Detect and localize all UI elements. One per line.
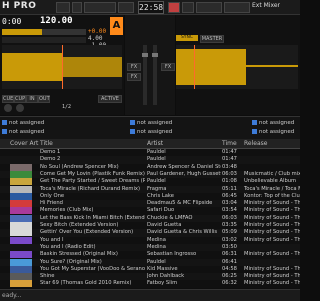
header-button[interactable] <box>72 2 82 13</box>
cover-art-thumbnail <box>10 273 32 281</box>
link-icon <box>2 129 7 134</box>
header-button[interactable] <box>196 2 222 13</box>
deck-a: 0:00 120.00 +0.00 4.00 -1.00 A CUE CUP I… <box>0 15 124 115</box>
track-list: Demo 1 Pauldel 01:47 Demo 2 Pauldel 01:47 No S… <box>0 149 300 289</box>
deck-letter-a[interactable]: A <box>110 17 123 35</box>
cover-art-thumbnail <box>10 280 32 288</box>
clock: 22:58 <box>138 1 164 14</box>
mixer-fx-button[interactable]: FX <box>127 63 141 71</box>
deck-a-in-button[interactable]: IN <box>26 95 38 103</box>
assign-slot[interactable]: not assigned <box>2 119 44 127</box>
ext-mode[interactable]: Ext Mixer <box>252 2 280 9</box>
column-cover-art[interactable]: Cover Art <box>10 139 38 148</box>
link-icon <box>2 120 7 125</box>
deck-a-cue-button[interactable]: CUE <box>2 95 14 103</box>
track-artist: Fatboy Slim <box>147 280 178 287</box>
deck-a-time: 0:00 <box>2 17 22 26</box>
table-row[interactable]: Star 69 (Thomas Gold 2010 Remix) Fatboy S… <box>0 280 300 288</box>
track-time: 06:32 <box>222 280 237 287</box>
cover-art-thumbnail <box>10 251 32 259</box>
cover-art-thumbnail <box>10 200 32 208</box>
mixer-fx-button[interactable]: FX <box>161 63 175 71</box>
assign-slot[interactable]: not assigned <box>130 128 172 136</box>
cue-icon[interactable] <box>16 104 24 112</box>
status-bar: eady... <box>0 289 300 301</box>
cover-art-thumbnail <box>10 222 32 229</box>
track-title: Star 69 (Thomas Gold 2010 Remix) <box>40 280 132 287</box>
column-release[interactable]: Release <box>244 139 267 148</box>
cover-art-thumbnail <box>10 207 32 215</box>
deck-b: SYNC MASTER <box>176 15 300 115</box>
cover-art-thumbnail <box>10 258 32 266</box>
assign-slot[interactable]: not assigned <box>252 119 294 127</box>
link-icon <box>130 120 135 125</box>
assign-bar: not assigned not assigned not assigned n… <box>0 116 300 139</box>
track-release: Ministry of Sound - The A <box>244 280 300 287</box>
play-icon[interactable] <box>4 104 12 112</box>
deck-a-waveform[interactable] <box>2 45 122 89</box>
link-icon <box>252 120 257 125</box>
link-icon <box>252 129 257 134</box>
cover-art-thumbnail <box>10 236 32 244</box>
cover-art-thumbnail <box>10 265 32 273</box>
record-button[interactable] <box>168 2 180 13</box>
table-header: Cover Art Title Artist Time Release <box>0 139 300 149</box>
deck-a-label: 4.00 <box>88 35 103 42</box>
assign-slot[interactable]: not assigned <box>130 119 172 127</box>
status-text: eady... <box>2 292 22 299</box>
deck-a-tempo: 120.00 <box>40 16 73 26</box>
deck-a-counter: 1/2 <box>62 104 72 110</box>
master-button[interactable]: MASTER <box>200 35 224 43</box>
header-button[interactable] <box>182 2 194 13</box>
cover-art-thumbnail <box>10 214 32 222</box>
cover-art-thumbnail <box>10 170 32 178</box>
cover-art-thumbnail <box>10 229 32 237</box>
assign-slot[interactable]: not assigned <box>2 128 44 136</box>
header-button[interactable] <box>56 2 70 13</box>
deck-a-pitch: +0.00 <box>88 28 107 35</box>
column-time[interactable]: Time <box>222 139 237 148</box>
deck-a-mini <box>2 37 86 43</box>
level-meter <box>84 2 116 13</box>
deck-a-overview-fill <box>2 29 42 35</box>
assign-slot[interactable]: not assigned <box>252 128 294 136</box>
mixer-fx-button[interactable]: FX <box>127 73 141 81</box>
sync-button[interactable]: SYNC <box>176 35 198 41</box>
fader-knob[interactable] <box>152 53 158 57</box>
cover-art-thumbnail <box>10 185 32 193</box>
app-logo: H PRO <box>2 1 37 11</box>
deck-a-cup-button[interactable]: CUP <box>14 95 26 103</box>
cover-art-thumbnail <box>10 163 32 171</box>
deck-a-out-button[interactable]: OUT <box>38 95 50 103</box>
deck-a-active-button[interactable]: ACTIVE <box>98 95 122 103</box>
header-button[interactable] <box>224 2 250 13</box>
link-icon <box>130 129 135 134</box>
cover-art-thumbnail <box>10 192 32 200</box>
header-button[interactable] <box>118 2 134 13</box>
cover-art-thumbnail <box>10 178 32 186</box>
column-artist[interactable]: Artist <box>147 139 163 148</box>
column-title[interactable]: Title <box>40 139 53 148</box>
deck-b-waveform[interactable] <box>176 45 298 89</box>
title-bar: H PRO 22:58 Ext Mixer <box>0 0 300 15</box>
mixer: FX FX FX <box>125 15 175 115</box>
fader-knob[interactable] <box>142 53 148 57</box>
